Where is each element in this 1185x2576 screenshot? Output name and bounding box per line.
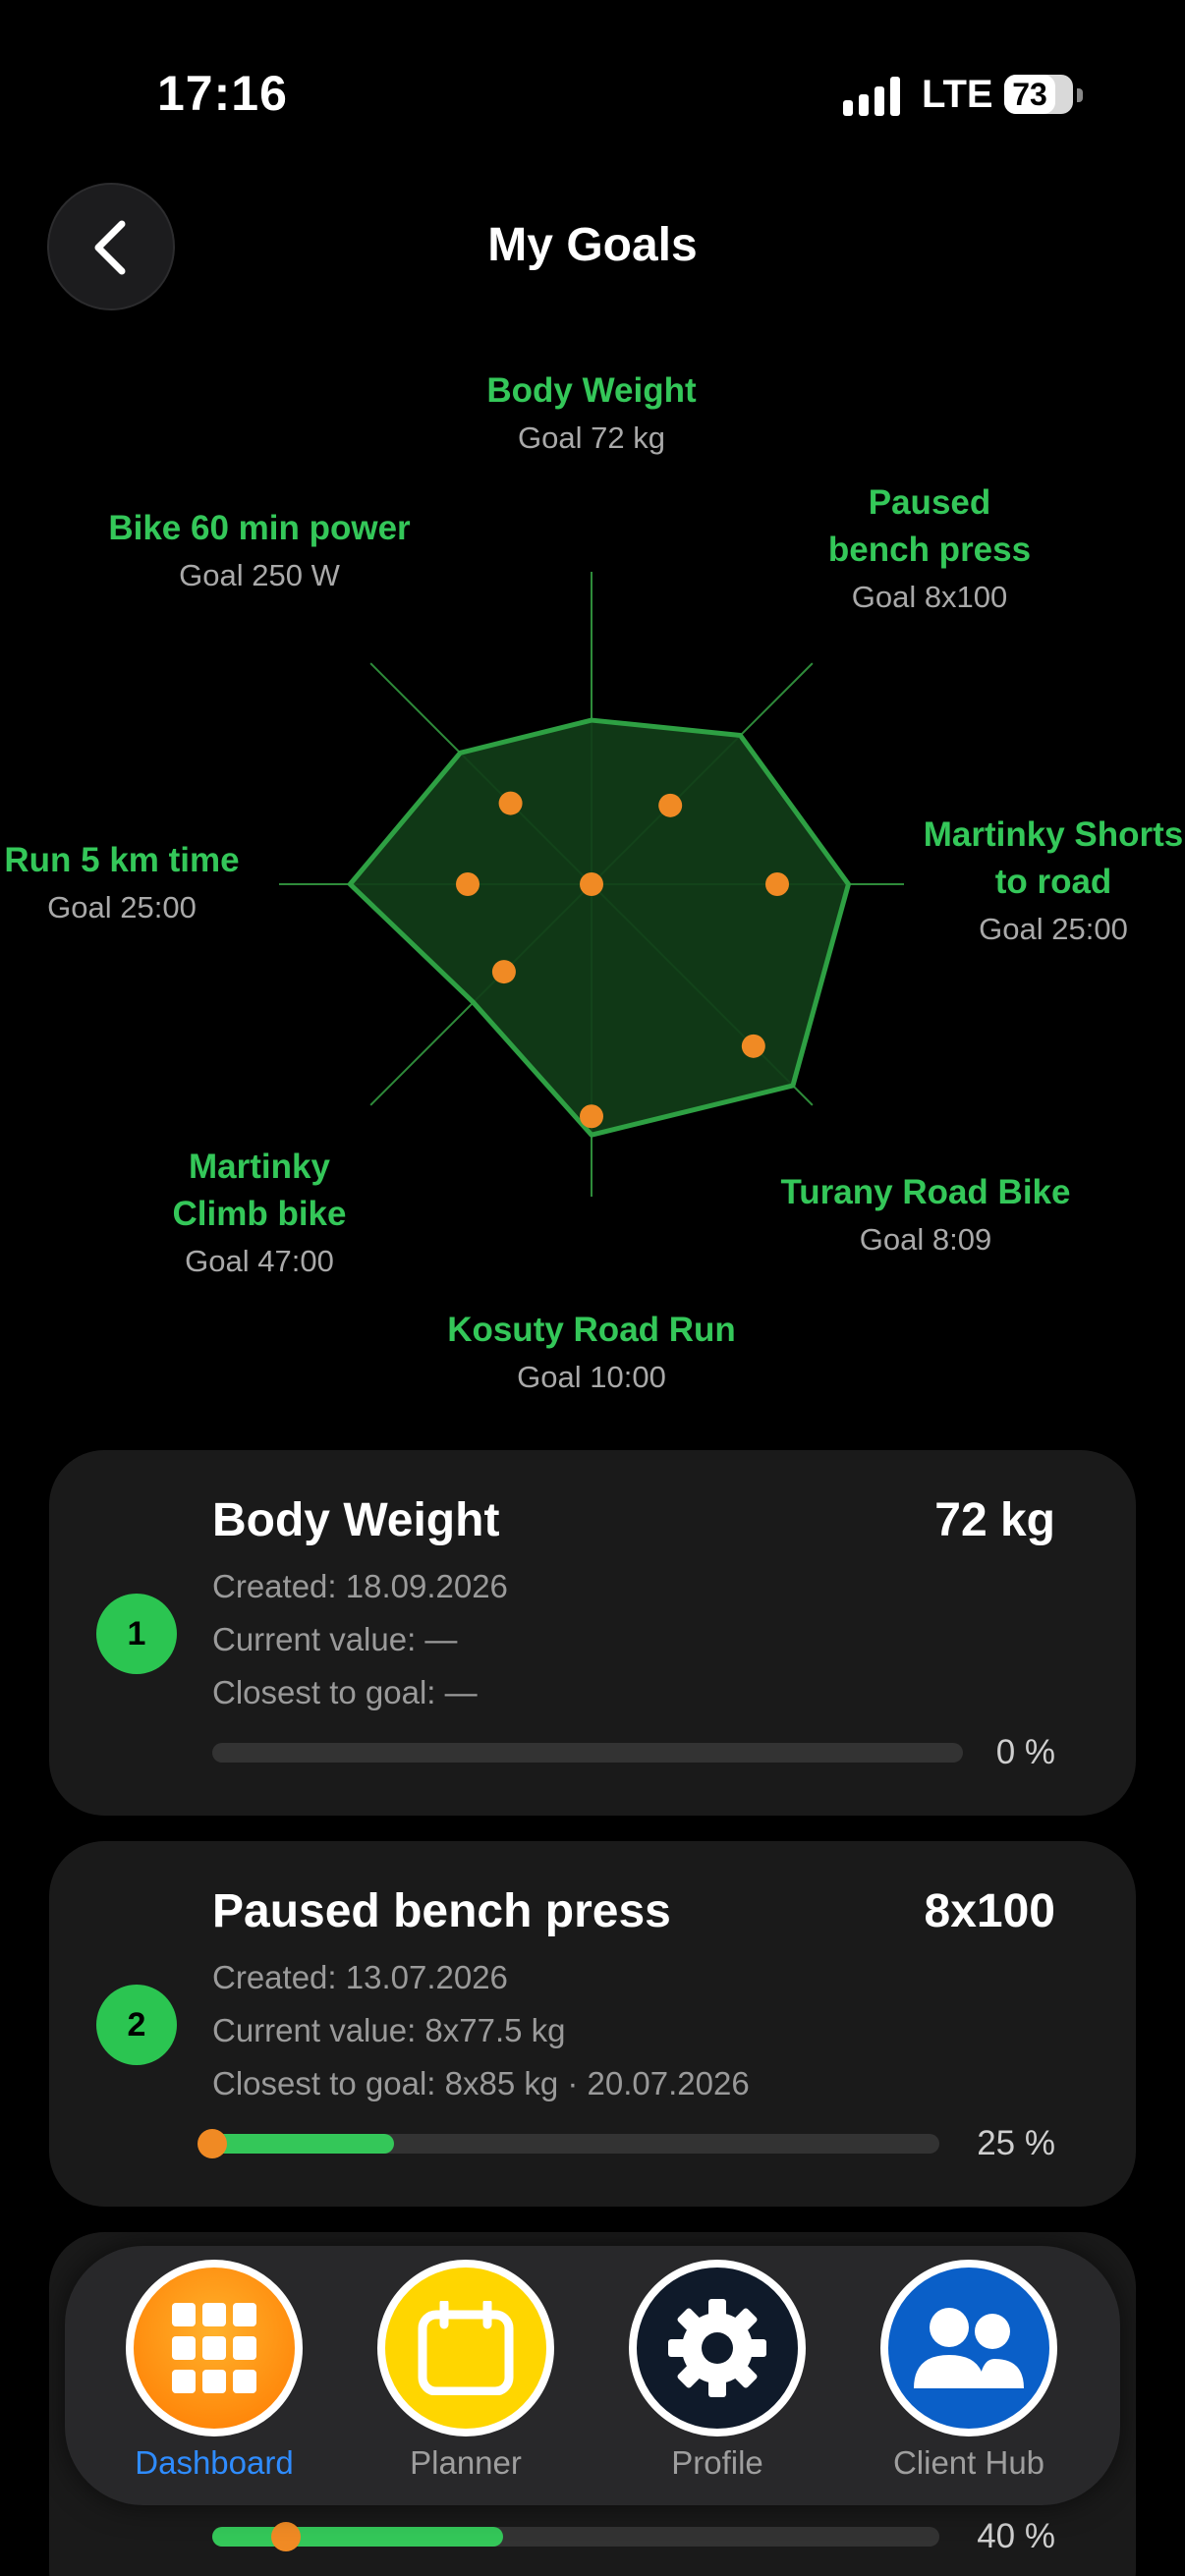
radar-axis-label: Martinky Shorts to road Goal 25:00: [857, 812, 1185, 953]
tab-planner[interactable]: Planner: [367, 2260, 564, 2482]
goal-progress-percent: 25 %: [977, 2124, 1055, 2162]
goal-card[interactable]: 1 Body Weight 72 kg Created: 18.09.2026 …: [49, 1450, 1136, 1816]
goal-card[interactable]: 2 Paused bench press 8x100 Created: 13.0…: [49, 1841, 1136, 2207]
radar-value-marker: [498, 791, 523, 815]
grid-icon: [126, 2260, 303, 2436]
goal-progress-start-marker: [198, 2129, 227, 2158]
radar-value-marker: [765, 872, 789, 896]
tab-label: Dashboard: [135, 2444, 294, 2481]
goal-progress-bar: [198, 2129, 939, 2158]
radar-axis-goal: Goal 250 W: [179, 558, 340, 592]
users-icon: [880, 2260, 1057, 2436]
radar-axis-name: Martinky Shorts: [923, 815, 1184, 854]
radar-value-marker: [456, 872, 480, 896]
goal-number-badge: 2: [96, 1985, 177, 2065]
tab-label: Planner: [410, 2444, 522, 2481]
tab-label: Profile: [671, 2444, 763, 2481]
radar-axis-name: Bike 60 min power: [108, 509, 411, 547]
radar-axis-label: Martinky Climb bike Goal 47:00: [63, 1144, 456, 1285]
radar-axis-label: Turany Road Bike Goal 8:09: [729, 1169, 1122, 1263]
radar-value-marker: [580, 1104, 603, 1129]
radar-axis-name: bench press: [827, 531, 1032, 569]
radar-axis-goal: Goal 25:00: [47, 890, 197, 924]
tab-dashboard[interactable]: Dashboard: [116, 2260, 312, 2482]
radar-axis-goal: Goal 47:00: [185, 1244, 334, 1278]
goal-created: Created: 18.09.2026: [212, 1568, 508, 1604]
goal-created: Created: 13.07.2026: [212, 1959, 508, 1995]
goal-progress-bar: [212, 2522, 939, 2551]
radar-axis-name: Paused: [868, 483, 991, 522]
radar-value-marker: [491, 960, 516, 984]
radar-outline-polygon: [347, 717, 851, 1138]
screen: 17:16 LTE 73 My Goals Body Weight Goal 72…: [0, 0, 1185, 2576]
goal-current-value: Current value: —: [212, 1621, 458, 1657]
goal-progress-bar: [212, 1743, 963, 1763]
goal-closest: Closest to goal: 8x85 kg · 20.07.2026: [212, 2065, 750, 2101]
radar-axis-goal: Goal 8x100: [851, 580, 1008, 614]
radar-axis-name: to road: [994, 863, 1112, 901]
gear-icon: [629, 2260, 806, 2436]
radar-value-marker: [580, 872, 603, 896]
goal-target: 72 kg: [934, 1494, 1055, 1546]
radar-axis-label: Bike 60 min power Goal 250 W: [63, 505, 456, 599]
radar-axis-label: Paused bench press Goal 8x100: [733, 479, 1126, 621]
radar-value-marker: [741, 1034, 765, 1058]
calendar-icon: [377, 2260, 554, 2436]
radar-axis-name: Body Weight: [486, 371, 697, 410]
goal-current-value: Current value: 8x77.5 kg: [212, 2012, 566, 2048]
goal-progress-percent: 0 %: [995, 1733, 1055, 1771]
radar-axis-label: Kosuty Road Run Goal 10:00: [395, 1307, 788, 1401]
tab-profile[interactable]: Profile: [619, 2260, 816, 2482]
radar-axis-name: Martinky: [189, 1148, 330, 1186]
goal-progress-marker: [271, 2522, 301, 2551]
tab-client-hub[interactable]: Client Hub: [871, 2260, 1067, 2482]
radar-axis-goal: Goal 25:00: [979, 912, 1128, 946]
radar-axis-name: Kosuty Road Run: [447, 1311, 736, 1349]
goal-progress-fill: [212, 2527, 503, 2547]
goal-target: 8x100: [924, 1885, 1055, 1937]
radar-axis-goal: Goal 8:09: [859, 1222, 992, 1257]
radar-axis-goal: Goal 72 kg: [518, 420, 665, 455]
tab-label: Client Hub: [892, 2444, 1045, 2481]
goal-title: Body Weight: [212, 1494, 500, 1546]
radar-axis-name: Run 5 km time: [4, 841, 240, 879]
goal-progress-percent: 40 %: [977, 2517, 1055, 2555]
radar-axis-name: Climb bike: [172, 1195, 347, 1233]
goal-number-badge: 1: [96, 1594, 177, 1674]
goal-closest: Closest to goal: —: [212, 1674, 478, 1710]
radar-value-marker: [658, 793, 683, 817]
goal-title: Paused bench press: [212, 1885, 671, 1937]
goal-progress-fill: [212, 2134, 394, 2154]
radar-axis-label: Body Weight Goal 72 kg: [395, 367, 788, 462]
radar-axis-label: Run 5 km time Goal 25:00: [0, 837, 318, 931]
radar-axis-name: Turany Road Bike: [780, 1173, 1071, 1211]
radar-axis-goal: Goal 10:00: [517, 1360, 666, 1394]
